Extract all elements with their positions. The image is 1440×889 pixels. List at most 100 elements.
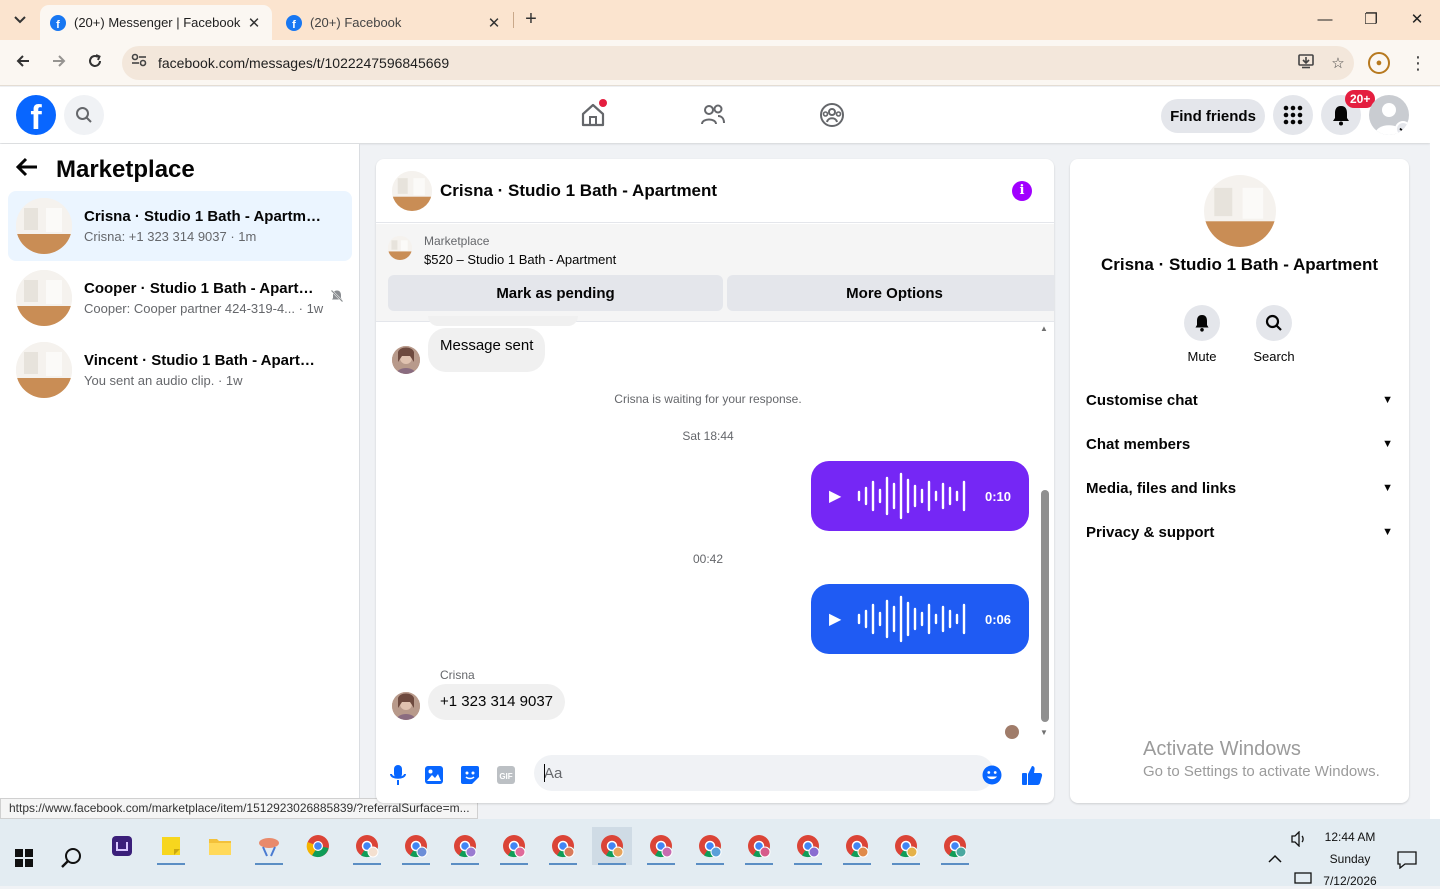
more-options-button[interactable]: More Options — [727, 275, 1054, 311]
back-button[interactable] — [11, 51, 35, 75]
minimize-button[interactable]: — — [1302, 8, 1348, 32]
chat-title[interactable]: Crisna · Studio 1 Bath - Apartment — [440, 181, 717, 201]
network-icon[interactable] — [1294, 872, 1312, 889]
groups-icon[interactable] — [816, 99, 848, 131]
search-icon[interactable] — [64, 95, 104, 135]
emoji-icon[interactable] — [980, 763, 1004, 787]
message-scrollbar[interactable]: ▲ ▼ — [1038, 322, 1050, 740]
conversation-item[interactable]: Vincent · Studio 1 Bath - Apartment You … — [8, 335, 352, 405]
tab-search-chevron-icon[interactable] — [8, 9, 32, 31]
menu-grid-icon[interactable] — [1273, 95, 1313, 135]
message-input[interactable] — [534, 755, 994, 791]
account-avatar[interactable] — [1369, 95, 1409, 135]
sticky-notes-icon[interactable] — [151, 827, 191, 865]
marketplace-label: Marketplace — [424, 234, 490, 248]
new-tab-button[interactable]: + — [519, 8, 543, 32]
page-scrollbar[interactable] — [1430, 87, 1440, 819]
tab-messenger[interactable]: f (20+) Messenger | Facebook ✕ — [40, 5, 272, 40]
muted-bell-icon — [330, 289, 344, 306]
photo-icon[interactable] — [422, 763, 446, 787]
chrome-profile-icon[interactable] — [592, 827, 632, 865]
mark-as-pending-button[interactable]: Mark as pending — [388, 275, 723, 311]
file-explorer-icon[interactable] — [200, 827, 240, 865]
privacy-support-row[interactable]: Privacy & support ▼ — [1086, 514, 1393, 550]
play-icon[interactable]: ▶ — [829, 486, 857, 506]
install-app-icon[interactable] — [1290, 53, 1322, 73]
chrome-icon[interactable] — [298, 827, 338, 865]
chrome-profile-icon[interactable] — [445, 827, 485, 865]
taskbar-active-indicator — [892, 863, 920, 865]
facebook-logo-icon[interactable]: f — [16, 95, 56, 135]
marketplace-listing-box: Marketplace $520 – Studio 1 Bath - Apart… — [376, 224, 1054, 322]
windows-start-icon[interactable] — [4, 839, 44, 877]
conversation-item[interactable]: Cooper · Studio 1 Bath - Apartm... Coope… — [8, 263, 352, 333]
chrome-profile-icon[interactable] — [543, 827, 583, 865]
home-icon[interactable] — [577, 99, 609, 131]
close-window-button[interactable]: ✕ — [1394, 8, 1440, 32]
taskbar-app-icon[interactable] — [102, 827, 142, 865]
browser-profile-icon[interactable]: ● — [1368, 52, 1390, 74]
chat-members-row[interactable]: Chat members ▼ — [1086, 426, 1393, 462]
conversation-snippet: Crisna: +1 323 314 9037 · 1m — [84, 229, 257, 244]
audio-message[interactable]: ▶ 0:06 — [811, 584, 1029, 654]
waiting-notice: Crisna is waiting for your response. — [614, 392, 802, 406]
taskbar-search-icon[interactable] — [52, 839, 92, 877]
listing-title[interactable]: $520 – Studio 1 Bath - Apartment — [424, 252, 616, 267]
thumbs-up-icon[interactable] — [1020, 763, 1044, 787]
chrome-profile-icon[interactable] — [641, 827, 681, 865]
browser-menu-icon[interactable]: ⋮ — [1408, 51, 1428, 75]
conversation-item[interactable]: Crisna · Studio 1 Bath - Apartment Crisn… — [8, 191, 352, 261]
media-files-links-row[interactable]: Media, files and links ▼ — [1086, 470, 1393, 506]
gif-icon[interactable]: GIF — [494, 763, 518, 787]
notification-center-icon[interactable] — [1397, 851, 1417, 872]
tab-facebook[interactable]: f (20+) Facebook ✕ — [276, 5, 512, 40]
listing-thumbnail[interactable] — [388, 236, 412, 260]
back-arrow-icon[interactable] — [15, 156, 46, 184]
bookmark-star-icon[interactable]: ☆ — [1322, 54, 1354, 72]
chrome-profile-icon[interactable] — [739, 827, 779, 865]
maximize-button[interactable]: ❐ — [1348, 8, 1394, 32]
chrome-profile-icon[interactable] — [690, 827, 730, 865]
chat-avatar[interactable] — [392, 170, 432, 211]
taskbar-app-icon[interactable] — [249, 827, 289, 865]
bell-icon[interactable] — [1184, 305, 1220, 341]
play-icon[interactable]: ▶ — [829, 609, 857, 629]
clock-time[interactable]: 12:44 AM — [1318, 830, 1382, 844]
message-composer: GIF — [376, 751, 1054, 803]
chrome-profile-icon[interactable] — [935, 827, 975, 865]
volume-icon[interactable] — [1290, 830, 1308, 850]
contact-avatar[interactable] — [392, 346, 420, 374]
search-icon[interactable] — [1256, 305, 1292, 341]
chrome-profile-icon[interactable] — [886, 827, 926, 865]
scroll-thumb[interactable] — [1041, 490, 1049, 722]
site-settings-icon[interactable] — [128, 52, 150, 74]
listing-thumbnail[interactable] — [1204, 175, 1276, 247]
chrome-profile-icon[interactable] — [494, 827, 534, 865]
watermark-line-2: Go to Settings to activate Windows. — [1143, 763, 1380, 780]
chrome-profile-icon[interactable] — [396, 827, 436, 865]
microphone-icon[interactable] — [386, 763, 410, 787]
audio-message[interactable]: ▶ 0:10 — [811, 461, 1029, 531]
account-chevron-icon[interactable] — [1395, 121, 1409, 135]
forward-button[interactable] — [47, 51, 71, 75]
search-in-chat-button[interactable]: Search — [1244, 305, 1304, 364]
friends-icon[interactable] — [697, 99, 729, 131]
tray-overflow-chevron-icon[interactable] — [1268, 853, 1282, 867]
chrome-profile-icon[interactable] — [788, 827, 828, 865]
scroll-up-icon[interactable]: ▲ — [1040, 324, 1048, 333]
customise-chat-row[interactable]: Customise chat ▼ — [1086, 382, 1393, 418]
chrome-profile-icon[interactable] — [347, 827, 387, 865]
find-friends-button[interactable]: Find friends — [1161, 99, 1265, 133]
info-icon[interactable]: i — [1012, 181, 1032, 201]
section-label: Chat members — [1086, 435, 1191, 453]
omnibox[interactable]: facebook.com/messages/t/1022247596845669… — [122, 46, 1354, 80]
close-tab-icon[interactable]: ✕ — [246, 14, 262, 32]
mute-button[interactable]: Mute — [1172, 305, 1232, 364]
clock-day[interactable]: Sunday — [1318, 852, 1382, 866]
contact-avatar[interactable] — [392, 692, 420, 720]
reload-button[interactable] — [83, 51, 107, 75]
chrome-profile-icon[interactable] — [837, 827, 877, 865]
sticker-icon[interactable] — [458, 763, 482, 787]
scroll-down-icon[interactable]: ▼ — [1040, 728, 1048, 737]
close-tab-icon[interactable]: ✕ — [486, 14, 502, 32]
